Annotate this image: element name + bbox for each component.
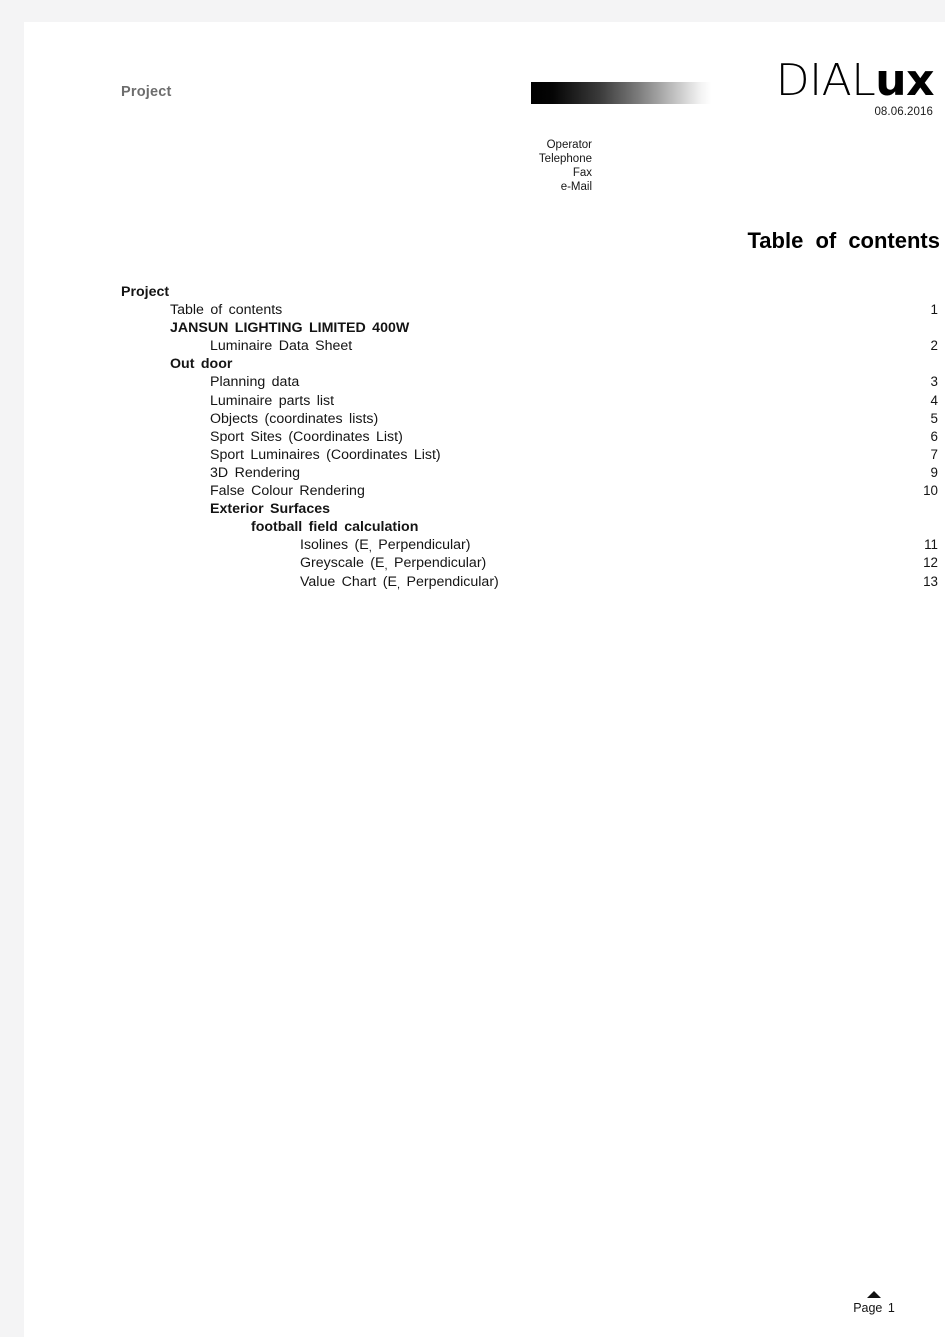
- toc-entry-label: Project: [121, 284, 170, 300]
- contact-fax-label: Fax: [572, 167, 592, 179]
- toc-entry-page-number: 13: [923, 573, 938, 589]
- toc-entry-page-number: 4: [930, 392, 938, 408]
- toc-entry-label: Planning data: [210, 374, 300, 391]
- toc-entry[interactable]: JANSUN LIGHTING LIMITED 400W: [24, 320, 945, 338]
- toc-entry-label: Value Chart (E, Perpendicular): [300, 573, 499, 591]
- header-date: 08.06.2016: [874, 106, 933, 118]
- toc-entry[interactable]: Sport Luminaires (Coordinates List) 7: [24, 447, 945, 465]
- toc-entry-label: Out door: [170, 356, 233, 373]
- toc-entry-page-number: 6: [930, 428, 938, 444]
- contact-telephone-label: Telephone: [538, 153, 592, 165]
- toc-entry-page-number: 10: [923, 483, 938, 499]
- toc-entry[interactable]: Isolines (E, Perpendicular) 11: [24, 537, 945, 555]
- dialux-logo: DIALux: [776, 59, 935, 103]
- table-of-contents: Project Table of contents 1 JANSUN LIGHTING…: [24, 284, 945, 592]
- toc-entry-label: football field calculation: [251, 519, 419, 536]
- toc-entry-label: Isolines (E, Perpendicular): [300, 537, 471, 555]
- up-triangle-icon: [867, 1291, 881, 1298]
- toc-entry-label: False Colour Rendering: [210, 483, 365, 500]
- toc-entry-label: Sport Sites (Coordinates List): [210, 428, 403, 445]
- toc-entry-label: Luminaire Data Sheet: [210, 338, 353, 355]
- toc-entry-label: Exterior Surfaces: [210, 501, 330, 518]
- toc-entry-label: 3D Rendering: [210, 464, 301, 481]
- toc-entry-page-number: 2: [930, 338, 938, 354]
- toc-entry[interactable]: Table of contents 1: [24, 302, 945, 320]
- dialux-logo-bold-part: ux: [875, 55, 934, 106]
- toc-entry-page-number: 1: [930, 302, 938, 318]
- contact-email-label: e-Mail: [560, 181, 592, 193]
- toc-entry-label: Greyscale (E, Perpendicular): [300, 555, 487, 573]
- toc-entry-page-number: 11: [924, 537, 938, 553]
- toc-entry-page-number: 7: [930, 446, 938, 462]
- toc-entry[interactable]: Greyscale (E, Perpendicular) 12: [24, 555, 945, 573]
- toc-entry[interactable]: Sport Sites (Coordinates List) 6: [24, 429, 945, 447]
- toc-entry-label: Luminaire parts list: [210, 392, 335, 409]
- toc-entry[interactable]: football field calculation: [24, 519, 945, 537]
- toc-entry[interactable]: Objects (coordinates lists) 5: [24, 411, 945, 429]
- toc-entry-page-number: 12: [923, 555, 938, 571]
- toc-entry[interactable]: Out door: [24, 356, 945, 374]
- toc-entry-page-number: 5: [930, 410, 938, 426]
- contact-block: Operator Telephone Fax e-Mail: [374, 138, 592, 194]
- toc-entry[interactable]: Luminaire parts list 4: [24, 393, 945, 411]
- toc-entry-label: JANSUN LIGHTING LIMITED 400W: [170, 320, 410, 337]
- dialux-logo-light-part: DIAL: [775, 55, 876, 106]
- toc-entry[interactable]: Planning data 3: [24, 374, 945, 392]
- contact-operator-label: Operator: [546, 139, 592, 151]
- toc-entry[interactable]: Luminaire Data Sheet 2: [24, 338, 945, 356]
- toc-entry-page-number: 9: [930, 464, 938, 480]
- toc-entry[interactable]: Project: [24, 284, 945, 302]
- greyscale-gradient-bar: [531, 82, 711, 104]
- toc-entry[interactable]: False Colour Rendering 10: [24, 483, 945, 501]
- document-page: Project DIALux 08.06.2016 Operator Telep…: [24, 22, 945, 1337]
- header-project-label: Project: [121, 84, 172, 100]
- toc-entry-label: Table of contents: [170, 302, 283, 319]
- toc-entry-label: Objects (coordinates lists): [210, 410, 379, 427]
- toc-entry-page-number: 3: [930, 374, 938, 390]
- page-title: Table of contents: [747, 228, 941, 253]
- toc-entry-label: Sport Luminaires (Coordinates List): [210, 446, 441, 463]
- footer-page-label: Page 1: [853, 1301, 895, 1315]
- toc-entry[interactable]: Exterior Surfaces: [24, 501, 945, 519]
- toc-entry[interactable]: 3D Rendering 9: [24, 465, 945, 483]
- page-footer: Page 1: [814, 1291, 934, 1315]
- toc-entry[interactable]: Value Chart (E, Perpendicular) 13: [24, 574, 945, 592]
